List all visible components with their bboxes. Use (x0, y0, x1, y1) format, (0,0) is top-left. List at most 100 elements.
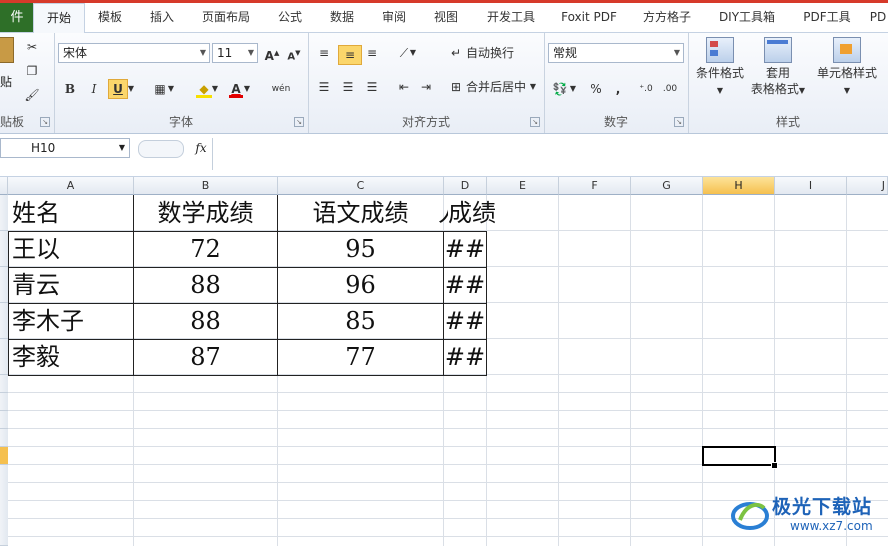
phonetic-guide-icon[interactable]: wén (268, 79, 294, 99)
row-header[interactable] (0, 231, 8, 267)
cell-c4[interactable]: 85 (278, 303, 443, 339)
active-cell-h10[interactable] (702, 446, 776, 466)
column-header-b[interactable]: B (134, 177, 278, 195)
column-header-e[interactable]: E (487, 177, 559, 195)
cell-b2[interactable]: 72 (134, 231, 277, 267)
conditional-format-button[interactable]: 条件格式 ▼ (692, 37, 748, 99)
column-header-a[interactable]: A (8, 177, 134, 195)
align-left-icon[interactable]: ☰ (314, 77, 334, 97)
cut-icon[interactable]: ✂ (22, 37, 42, 57)
formula-input[interactable] (212, 138, 888, 170)
row-header[interactable] (0, 411, 8, 429)
row-header-selected[interactable] (0, 447, 8, 465)
cell-b1[interactable]: 数学成绩 (134, 195, 277, 231)
wrap-text-icon[interactable]: ↵ (446, 43, 466, 63)
column-header-i[interactable]: I (775, 177, 847, 195)
column-header-d[interactable]: D (444, 177, 487, 195)
cell-a5[interactable]: 李毅 (12, 339, 132, 375)
bold-button[interactable]: B (60, 79, 80, 99)
select-all-corner[interactable] (0, 177, 8, 195)
row-header[interactable] (0, 195, 8, 231)
decrease-decimal-icon[interactable]: .00 (660, 79, 680, 99)
number-format-dropdown[interactable]: 常规 ▼ (548, 43, 684, 63)
tab-formulas[interactable]: 公式 (268, 3, 312, 32)
paste-icon[interactable] (0, 37, 14, 63)
align-middle-icon[interactable]: ≡ (338, 45, 362, 65)
cell-a2[interactable]: 王以 (12, 231, 132, 267)
wrap-text-button[interactable]: 自动换行 (466, 43, 514, 63)
cell-c1[interactable]: 语文成绩 (278, 195, 443, 231)
cell-d4[interactable]: ## (444, 303, 486, 339)
percent-button[interactable]: % (586, 79, 606, 99)
font-color-chevron-icon[interactable]: ▼ (242, 79, 252, 99)
merge-chevron-icon[interactable]: ▼ (528, 77, 538, 97)
cell-b4[interactable]: 88 (134, 303, 277, 339)
underline-chevron-icon[interactable]: ▼ (126, 79, 136, 99)
grow-font-button[interactable]: A▲ (262, 43, 282, 63)
insert-function-icon[interactable]: fx (190, 138, 212, 158)
cell-b3[interactable]: 88 (134, 267, 277, 303)
format-as-table-button[interactable]: 套用 表格格式▼ (748, 37, 808, 99)
formula-bar-splitter[interactable] (138, 140, 184, 158)
row-header[interactable] (0, 339, 8, 375)
cell-d5[interactable]: ## (444, 339, 486, 375)
column-header-g[interactable]: G (631, 177, 703, 195)
tab-pd-overflow[interactable]: PD (868, 3, 888, 32)
align-center-icon[interactable]: ☰ (338, 77, 358, 97)
align-top-icon[interactable]: ≡ (314, 43, 334, 63)
copy-icon[interactable]: ❐ (22, 61, 42, 81)
tab-home[interactable]: 开始 (33, 3, 85, 33)
tab-insert[interactable]: 插入 (140, 3, 184, 32)
align-bottom-icon[interactable]: ≡ (362, 43, 382, 63)
alignment-launcher-icon[interactable]: ↘ (530, 117, 540, 127)
cell-b5[interactable]: 87 (134, 339, 277, 375)
paste-label[interactable]: 贴 (0, 73, 12, 90)
currency-icon[interactable]: 💱 (550, 79, 570, 99)
tab-view[interactable]: 视图 (424, 3, 468, 32)
orientation-chevron-icon[interactable]: ▼ (408, 43, 418, 63)
align-right-icon[interactable]: ☰ (362, 77, 382, 97)
tab-file[interactable]: 件 (0, 3, 34, 32)
tab-data[interactable]: 数据 (320, 3, 364, 32)
cell-c5[interactable]: 77 (278, 339, 443, 375)
fill-color-chevron-icon[interactable]: ▼ (210, 79, 220, 99)
tab-page-layout[interactable]: 页面布局 (192, 3, 260, 32)
tab-fangfang[interactable]: 方方格子 (634, 3, 700, 32)
spreadsheet-grid[interactable]: A B C D E F G H I J 姓名 数学成绩 语文成绩 成绩 王以 7… (0, 177, 888, 546)
column-header-h[interactable]: H (703, 177, 775, 195)
font-launcher-icon[interactable]: ↘ (294, 117, 304, 127)
row-header[interactable] (0, 393, 8, 411)
shrink-font-button[interactable]: A▼ (284, 43, 304, 63)
merge-center-icon[interactable]: ⊞ (446, 77, 466, 97)
increase-indent-icon[interactable]: ⇥ (416, 77, 436, 97)
cell-styles-button[interactable]: 单元格样式 ▼ (808, 37, 886, 99)
border-chevron-icon[interactable]: ▼ (166, 79, 176, 99)
decrease-indent-icon[interactable]: ⇤ (394, 77, 414, 97)
format-painter-icon[interactable]: 🖌 (22, 85, 42, 105)
number-launcher-icon[interactable]: ↘ (674, 117, 684, 127)
tab-diy-toolbox[interactable]: DIY工具箱 (712, 3, 782, 32)
cell-a1[interactable]: 姓名 (12, 195, 132, 231)
merge-center-button[interactable]: 合并后居中 (466, 77, 526, 97)
cell-c3[interactable]: 96 (278, 267, 443, 303)
row-header[interactable] (0, 303, 8, 339)
row-header[interactable] (0, 465, 8, 546)
font-size-dropdown[interactable]: 11 ▼ (212, 43, 258, 63)
row-header[interactable] (0, 429, 8, 447)
cell-d2[interactable]: ## (444, 231, 486, 267)
cell-a4[interactable]: 李木子 (12, 303, 132, 339)
increase-decimal-icon[interactable]: ⁺.0 (636, 79, 656, 99)
italic-button[interactable]: I (84, 79, 104, 99)
column-header-f[interactable]: F (559, 177, 631, 195)
currency-chevron-icon[interactable]: ▼ (568, 79, 578, 99)
column-header-j[interactable]: J (847, 177, 888, 195)
cell-d1[interactable]: 人成绩 (438, 195, 518, 231)
underline-button[interactable]: U (108, 79, 128, 99)
tab-pdf-tools[interactable]: PDF工具 (796, 3, 858, 32)
tab-templates[interactable]: 模板 (88, 3, 132, 32)
tab-foxit-pdf[interactable]: Foxit PDF (556, 3, 622, 32)
font-name-dropdown[interactable]: 宋体 ▼ (58, 43, 210, 63)
name-box[interactable]: H10 ▼ (0, 138, 130, 158)
fill-handle[interactable] (771, 462, 778, 469)
tab-developer[interactable]: 开发工具 (478, 3, 544, 32)
